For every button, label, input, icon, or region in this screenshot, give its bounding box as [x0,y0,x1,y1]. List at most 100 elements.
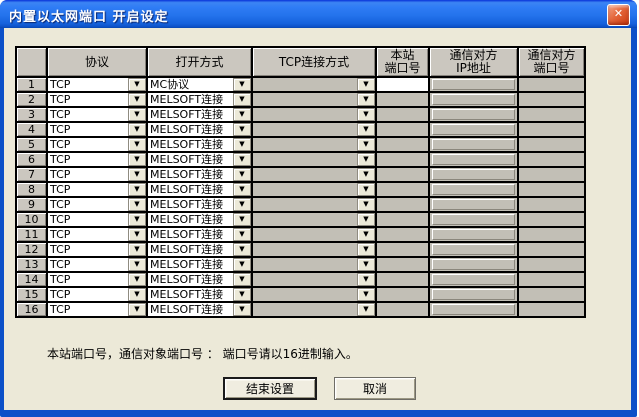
cancel-button[interactable]: 取消 [334,377,416,400]
tcp-connection-dropdown[interactable]: ▼ [253,258,375,271]
dropdown-arrow-icon[interactable]: ▼ [357,243,375,256]
dropdown-arrow-icon[interactable]: ▼ [233,93,251,106]
open-method-dropdown[interactable]: MELSOFT连接▼ [148,168,251,181]
row-number-cell[interactable]: 13 [16,257,47,272]
title-bar[interactable]: 内置以太网端口 开启设定 ✕ [0,0,637,28]
finish-settings-button[interactable]: 结束设置 [223,377,317,400]
open-method-dropdown[interactable]: MC协议▼ [148,78,251,91]
open-method-dropdown[interactable]: MELSOFT连接▼ [148,228,251,241]
protocol-dropdown[interactable]: TCP▼ [48,243,146,256]
protocol-dropdown[interactable]: TCP▼ [48,183,146,196]
protocol-dropdown[interactable]: TCP▼ [48,93,146,106]
tcp-connection-dropdown[interactable]: ▼ [253,153,375,166]
tcp-connection-dropdown[interactable]: ▼ [253,78,375,91]
dropdown-arrow-icon[interactable]: ▼ [128,258,146,271]
dropdown-arrow-icon[interactable]: ▼ [128,168,146,181]
protocol-dropdown[interactable]: TCP▼ [48,228,146,241]
dropdown-arrow-icon[interactable]: ▼ [233,78,251,91]
row-number-cell[interactable]: 2 [16,92,47,107]
protocol-dropdown[interactable]: TCP▼ [48,108,146,121]
dropdown-arrow-icon[interactable]: ▼ [233,258,251,271]
dropdown-arrow-icon[interactable]: ▼ [128,93,146,106]
dropdown-arrow-icon[interactable]: ▼ [233,273,251,286]
dropdown-arrow-icon[interactable]: ▼ [128,183,146,196]
dropdown-arrow-icon[interactable]: ▼ [233,243,251,256]
dropdown-arrow-icon[interactable]: ▼ [357,93,375,106]
dropdown-arrow-icon[interactable]: ▼ [128,123,146,136]
dropdown-arrow-icon[interactable]: ▼ [357,123,375,136]
tcp-connection-dropdown[interactable]: ▼ [253,288,375,301]
tcp-connection-dropdown[interactable]: ▼ [253,108,375,121]
dropdown-arrow-icon[interactable]: ▼ [233,303,251,316]
dropdown-arrow-icon[interactable]: ▼ [357,228,375,241]
open-method-dropdown[interactable]: MELSOFT连接▼ [148,183,251,196]
row-number-cell[interactable]: 10 [16,212,47,227]
open-method-dropdown[interactable]: MELSOFT连接▼ [148,243,251,256]
dropdown-arrow-icon[interactable]: ▼ [128,228,146,241]
dropdown-arrow-icon[interactable]: ▼ [233,183,251,196]
dropdown-arrow-icon[interactable]: ▼ [233,288,251,301]
row-number-cell[interactable]: 15 [16,287,47,302]
protocol-dropdown[interactable]: TCP▼ [48,123,146,136]
protocol-dropdown[interactable]: TCP▼ [48,168,146,181]
dropdown-arrow-icon[interactable]: ▼ [128,108,146,121]
open-method-dropdown[interactable]: MELSOFT连接▼ [148,153,251,166]
protocol-dropdown[interactable]: TCP▼ [48,213,146,226]
open-method-dropdown[interactable]: MELSOFT连接▼ [148,93,251,106]
dropdown-arrow-icon[interactable]: ▼ [128,138,146,151]
row-number-cell[interactable]: 4 [16,122,47,137]
tcp-connection-dropdown[interactable]: ▼ [253,138,375,151]
protocol-dropdown[interactable]: TCP▼ [48,78,146,91]
dropdown-arrow-icon[interactable]: ▼ [357,198,375,211]
dropdown-arrow-icon[interactable]: ▼ [128,153,146,166]
protocol-dropdown[interactable]: TCP▼ [48,153,146,166]
tcp-connection-dropdown[interactable]: ▼ [253,183,375,196]
dropdown-arrow-icon[interactable]: ▼ [233,108,251,121]
dropdown-arrow-icon[interactable]: ▼ [128,303,146,316]
open-method-dropdown[interactable]: MELSOFT连接▼ [148,138,251,151]
dropdown-arrow-icon[interactable]: ▼ [233,138,251,151]
row-number-cell[interactable]: 3 [16,107,47,122]
row-number-cell[interactable]: 6 [16,152,47,167]
tcp-connection-dropdown[interactable]: ▼ [253,303,375,316]
protocol-dropdown[interactable]: TCP▼ [48,303,146,316]
tcp-connection-dropdown[interactable]: ▼ [253,168,375,181]
protocol-dropdown[interactable]: TCP▼ [48,273,146,286]
row-number-cell[interactable]: 1 [16,77,47,92]
dropdown-arrow-icon[interactable]: ▼ [357,108,375,121]
protocol-dropdown[interactable]: TCP▼ [48,198,146,211]
dropdown-arrow-icon[interactable]: ▼ [233,228,251,241]
dropdown-arrow-icon[interactable]: ▼ [357,153,375,166]
dropdown-arrow-icon[interactable]: ▼ [357,258,375,271]
tcp-connection-dropdown[interactable]: ▼ [253,123,375,136]
tcp-connection-dropdown[interactable]: ▼ [253,213,375,226]
dropdown-arrow-icon[interactable]: ▼ [357,168,375,181]
tcp-connection-dropdown[interactable]: ▼ [253,198,375,211]
dropdown-arrow-icon[interactable]: ▼ [357,138,375,151]
tcp-connection-dropdown[interactable]: ▼ [253,273,375,286]
tcp-connection-dropdown[interactable]: ▼ [253,93,375,106]
row-number-cell[interactable]: 14 [16,272,47,287]
dropdown-arrow-icon[interactable]: ▼ [128,288,146,301]
open-method-dropdown[interactable]: MELSOFT连接▼ [148,123,251,136]
dropdown-arrow-icon[interactable]: ▼ [128,78,146,91]
dropdown-arrow-icon[interactable]: ▼ [357,303,375,316]
row-number-cell[interactable]: 11 [16,227,47,242]
dropdown-arrow-icon[interactable]: ▼ [128,198,146,211]
open-method-dropdown[interactable]: MELSOFT连接▼ [148,303,251,316]
dropdown-arrow-icon[interactable]: ▼ [357,288,375,301]
row-number-cell[interactable]: 5 [16,137,47,152]
open-method-dropdown[interactable]: MELSOFT连接▼ [148,288,251,301]
protocol-dropdown[interactable]: TCP▼ [48,258,146,271]
dropdown-arrow-icon[interactable]: ▼ [233,123,251,136]
dropdown-arrow-icon[interactable]: ▼ [357,78,375,91]
tcp-connection-dropdown[interactable]: ▼ [253,228,375,241]
dropdown-arrow-icon[interactable]: ▼ [128,273,146,286]
protocol-dropdown[interactable]: TCP▼ [48,138,146,151]
row-number-cell[interactable]: 7 [16,167,47,182]
open-method-dropdown[interactable]: MELSOFT连接▼ [148,198,251,211]
dropdown-arrow-icon[interactable]: ▼ [357,273,375,286]
open-method-dropdown[interactable]: MELSOFT连接▼ [148,273,251,286]
row-number-cell[interactable]: 8 [16,182,47,197]
open-method-dropdown[interactable]: MELSOFT连接▼ [148,213,251,226]
